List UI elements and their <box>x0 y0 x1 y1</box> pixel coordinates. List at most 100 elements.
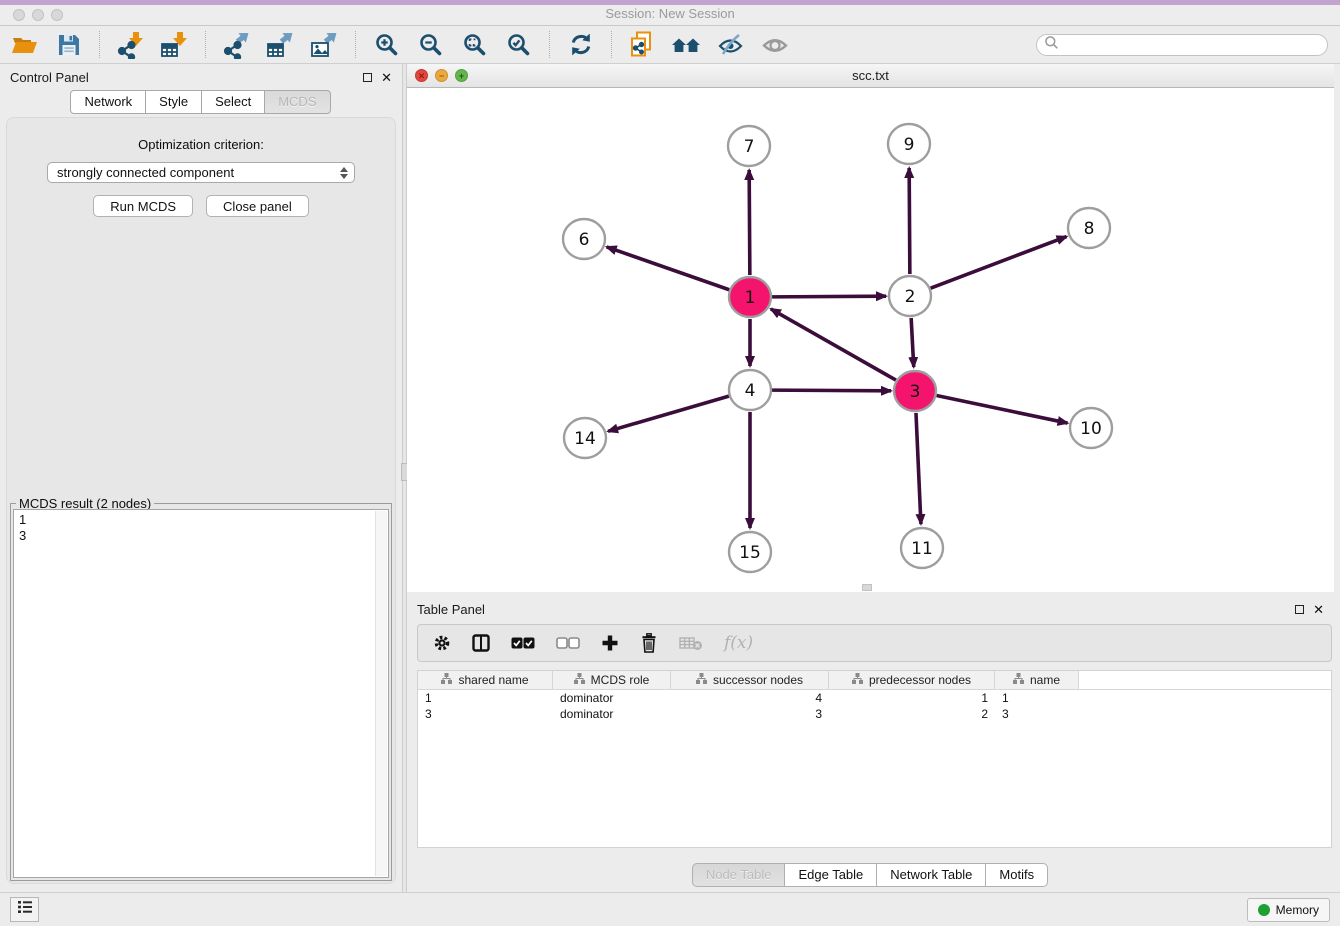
table-settings-icon[interactable] <box>433 634 451 652</box>
graph-node-10[interactable]: 10 <box>1070 408 1112 448</box>
graph-edge-2-8[interactable] <box>931 237 1067 289</box>
delete-row-icon[interactable] <box>640 633 658 653</box>
first-neighbors-icon[interactable] <box>670 30 703 60</box>
column-header-successor-nodes[interactable]: successor nodes <box>671 671 829 689</box>
graph-node-1[interactable]: 1 <box>729 277 771 317</box>
table-cell[interactable]: 1 <box>829 691 995 705</box>
list-icon <box>17 900 33 919</box>
network-close-button[interactable]: ✕ <box>415 69 428 82</box>
graph-node-14[interactable]: 14 <box>564 418 606 458</box>
close-panel-icon[interactable]: ✕ <box>1313 603 1324 616</box>
table-cell[interactable]: 1 <box>995 691 1079 705</box>
add-row-icon[interactable] <box>601 634 619 652</box>
graph-edge-3-1[interactable] <box>771 309 896 380</box>
save-session-icon[interactable] <box>52 30 85 60</box>
network-canvas[interactable]: 7 9 6 8 1 2 4 3 14 10 15 11 <box>407 88 1334 592</box>
hide-selected-icon[interactable] <box>714 30 747 60</box>
zoom-in-icon[interactable] <box>370 30 403 60</box>
close-panel-icon[interactable]: ✕ <box>381 71 392 84</box>
svg-text:10: 10 <box>1080 419 1102 439</box>
graph-node-2[interactable]: 2 <box>889 276 931 316</box>
float-panel-icon[interactable] <box>1295 605 1304 614</box>
column-header-name[interactable]: name <box>995 671 1079 689</box>
table-cell[interactable]: dominator <box>553 691 671 705</box>
criterion-select[interactable]: strongly connected component <box>47 162 355 183</box>
task-history-button[interactable] <box>10 897 39 922</box>
export-network-icon[interactable] <box>220 30 253 60</box>
tab-network[interactable]: Network <box>70 90 146 114</box>
graph-node-6[interactable]: 6 <box>563 219 605 259</box>
zoom-fit-icon[interactable] <box>458 30 491 60</box>
graph-edge-1-2[interactable] <box>772 296 886 297</box>
import-table-icon[interactable] <box>158 30 191 60</box>
refresh-icon[interactable] <box>564 30 597 60</box>
zoom-out-icon[interactable] <box>414 30 447 60</box>
search-input[interactable] <box>1063 38 1320 52</box>
tab-mcds[interactable]: MCDS <box>264 90 330 114</box>
table-cell[interactable]: 2 <box>829 707 995 721</box>
network-minimize-button[interactable]: − <box>435 69 448 82</box>
table-toolbar: f(x) <box>417 624 1332 662</box>
column-header-label: name <box>1030 673 1060 687</box>
tab-select[interactable]: Select <box>201 90 265 114</box>
show-all-icon[interactable] <box>758 30 791 60</box>
graph-node-11[interactable]: 11 <box>901 528 943 568</box>
table-row[interactable]: 1dominator411 <box>418 690 1331 706</box>
graph-edge-4-14[interactable] <box>608 396 729 431</box>
select-all-checkboxes-icon[interactable] <box>511 637 535 649</box>
table-panel: Table Panel ✕ <box>407 596 1334 892</box>
deselect-all-checkboxes-icon[interactable] <box>556 637 580 649</box>
mcds-result-text[interactable]: 13 <box>13 509 389 878</box>
import-network-icon[interactable] <box>114 30 147 60</box>
delete-table-icon[interactable] <box>679 635 703 651</box>
column-header-predecessor-nodes[interactable]: predecessor nodes <box>829 671 995 689</box>
toolbar-search-field[interactable] <box>1036 34 1328 56</box>
graph-edge-2-9[interactable] <box>909 168 910 274</box>
graph-node-3[interactable]: 3 <box>894 371 936 411</box>
table-cell[interactable]: 3 <box>418 707 553 721</box>
node-table[interactable]: shared nameMCDS rolesuccessor nodesprede… <box>417 670 1332 848</box>
table-cell[interactable]: dominator <box>553 707 671 721</box>
graph-edge-3-10[interactable] <box>937 396 1068 424</box>
tab-style[interactable]: Style <box>145 90 202 114</box>
graph-edge-2-3[interactable] <box>911 318 914 367</box>
graph-edge-1-7[interactable] <box>749 170 750 275</box>
network-maximize-button[interactable]: + <box>455 69 468 82</box>
table-cell[interactable]: 3 <box>671 707 829 721</box>
tab-network-table[interactable]: Network Table <box>876 863 986 887</box>
run-mcds-button[interactable]: Run MCDS <box>93 195 193 217</box>
tab-node-table[interactable]: Node Table <box>692 863 786 887</box>
tab-motifs[interactable]: Motifs <box>985 863 1048 887</box>
column-header-shared-name[interactable]: shared name <box>418 671 553 689</box>
zoom-selected-icon[interactable] <box>502 30 535 60</box>
graph-node-8[interactable]: 8 <box>1068 208 1110 248</box>
column-header-MCDS-role[interactable]: MCDS role <box>553 671 671 689</box>
table-cell[interactable]: 3 <box>995 707 1079 721</box>
result-scrollbar[interactable] <box>375 511 387 876</box>
memory-button[interactable]: Memory <box>1247 898 1330 922</box>
graph-edge-3-11[interactable] <box>916 413 921 524</box>
graph-edge-4-3[interactable] <box>772 390 891 391</box>
graph-node-4[interactable]: 4 <box>729 370 771 410</box>
table-cell[interactable]: 1 <box>418 691 553 705</box>
horizontal-splitter[interactable] <box>407 592 1334 596</box>
graph-node-15[interactable]: 15 <box>729 532 771 572</box>
graph-edge-1-6[interactable] <box>607 247 730 290</box>
tab-edge-table[interactable]: Edge Table <box>784 863 877 887</box>
close-panel-button[interactable]: Close panel <box>206 195 309 217</box>
table-row[interactable]: 3dominator323 <box>418 706 1331 722</box>
table-cell[interactable]: 4 <box>671 691 829 705</box>
function-builder-icon[interactable]: f(x) <box>724 633 753 653</box>
optimization-criterion-label: Optimization criterion: <box>138 137 264 152</box>
table-panel-title: Table Panel <box>417 602 485 617</box>
export-image-icon[interactable] <box>308 30 341 60</box>
float-panel-icon[interactable] <box>363 73 372 82</box>
new-network-from-selection-icon[interactable] <box>626 30 659 60</box>
graph-node-7[interactable]: 7 <box>728 126 770 166</box>
graph-node-9[interactable]: 9 <box>888 124 930 164</box>
export-table-icon[interactable] <box>264 30 297 60</box>
show-columns-icon[interactable] <box>472 634 490 652</box>
splitter-grip[interactable] <box>862 584 872 591</box>
open-file-icon[interactable] <box>8 30 41 60</box>
network-window-titlebar[interactable]: ✕ − + scc.txt <box>407 64 1334 88</box>
